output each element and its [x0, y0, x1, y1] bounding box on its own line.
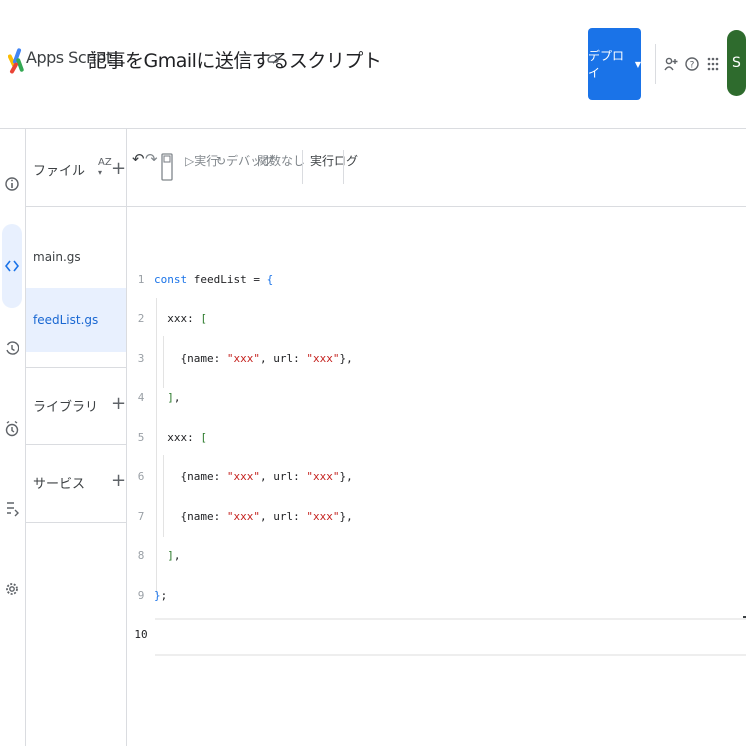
code-text: ], [167, 549, 181, 562]
code-text: xxx: [ [167, 312, 207, 325]
deploy-button[interactable]: デプロイ ▼ [588, 28, 641, 100]
add-library-button[interactable]: + [111, 393, 126, 414]
libraries-divider [26, 367, 126, 368]
file-panel [26, 129, 127, 746]
avatar[interactable]: S [727, 30, 746, 96]
code-line[interactable]: 4 ], [127, 378, 746, 418]
undo-icon[interactable]: ↶ [132, 150, 145, 168]
sort-az-icon[interactable]: AZ ▾ [98, 158, 112, 178]
files-divider [26, 206, 126, 207]
header-divider [655, 44, 656, 84]
line-number: 9 [137, 588, 145, 602]
code-line[interactable]: 8 ], [127, 536, 746, 576]
code-line[interactable]: 9}; [127, 575, 746, 615]
toolbar-divider [343, 150, 344, 184]
line-number: 4 [137, 391, 145, 404]
line-number: 6 [137, 470, 145, 483]
execution-log-button[interactable]: 実行ログ [310, 152, 358, 169]
function-select-label: 関数なし [257, 154, 306, 168]
settings-gear-icon[interactable] [5, 578, 19, 600]
file-item-main[interactable]: main.gs [26, 239, 126, 275]
svg-text:?: ? [690, 61, 695, 71]
execution-log-label: 実行ログ [310, 154, 359, 168]
code-text: {name: "xxx", url: "xxx"}, [180, 509, 353, 523]
services-label: サービス [33, 477, 86, 492]
code-text: {name: "xxx", url: "xxx"}, [180, 351, 353, 365]
line-number: 5 [137, 430, 145, 444]
redo-icon[interactable]: ↷ [145, 150, 158, 168]
code-line[interactable]: 2 xxx: [ [127, 299, 746, 339]
run-label: 実行 [194, 154, 219, 168]
deploy-button-label: デプロイ [588, 49, 625, 80]
code-line[interactable]: 1 const feedList = { [127, 259, 746, 299]
add-person-icon[interactable] [664, 56, 678, 72]
file-name: feedList.gs [33, 313, 99, 327]
files-label: ファイル [33, 164, 86, 179]
help-icon[interactable]: ? [685, 56, 699, 72]
line-number: 2 [137, 312, 145, 325]
services-divider [26, 444, 126, 445]
sort-az-label: AZ [98, 157, 112, 168]
code-line[interactable]: 5 xxx: [ [127, 417, 746, 457]
line-number: 3 [137, 351, 145, 365]
code-line[interactable]: 3 {name: "xxx", url: "xxx"}, [127, 338, 746, 378]
apps-script-logo-icon[interactable] [8, 40, 26, 82]
line-number: 7 [137, 509, 145, 523]
file-item-feedlist[interactable]: feedList.gs [26, 288, 126, 352]
line-number: 8 [137, 549, 145, 562]
toolbar-divider [302, 150, 303, 184]
code-text: xxx: [ [167, 430, 207, 444]
info-icon[interactable] [5, 173, 19, 195]
code-text: }; [154, 588, 168, 602]
run-button[interactable]: ▷実行 [185, 152, 218, 169]
history-icon[interactable] [5, 337, 19, 359]
debug-icon: ↻ [216, 154, 227, 168]
code-line[interactable]: 10 [127, 615, 746, 655]
add-file-button[interactable]: + [111, 158, 126, 179]
add-service-button[interactable]: + [111, 470, 126, 491]
libraries-label: ライブラリ [33, 400, 99, 415]
code-text: const feedList = { [154, 272, 274, 286]
play-icon: ▷ [185, 154, 195, 168]
cloud-saved-icon [267, 54, 279, 63]
line-number: 1 [137, 272, 145, 286]
file-name: main.gs [33, 250, 81, 264]
code-text: {name: "xxx", url: "xxx"}, [180, 470, 353, 483]
code-line[interactable]: 6 {name: "xxx", url: "xxx"}, [127, 457, 746, 497]
line-number: 10 [134, 628, 148, 641]
code-editor-icon[interactable] [5, 255, 19, 277]
executions-list-icon[interactable] [5, 497, 19, 519]
triggers-clock-icon[interactable] [5, 418, 19, 440]
chevron-down-icon: ▼ [634, 59, 641, 69]
apps-grid-icon[interactable] [706, 56, 720, 72]
function-select[interactable]: 関数なし [257, 152, 305, 169]
code-line[interactable]: 7 {name: "xxx", url: "xxx"}, [127, 496, 746, 536]
code-text: ], [167, 391, 181, 404]
services-bottom-divider [26, 522, 126, 523]
project-title[interactable]: 記事をGmailに送信するスクリプト [88, 46, 382, 73]
save-icon[interactable] [161, 150, 173, 184]
